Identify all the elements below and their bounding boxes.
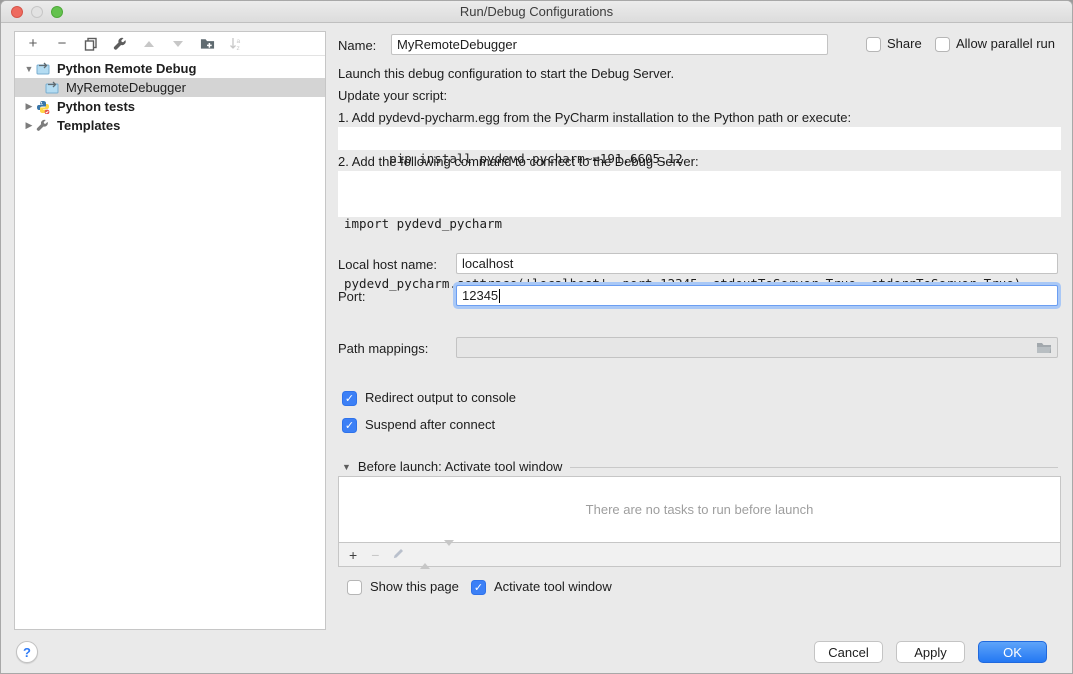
- update-script-text: Update your script:: [338, 88, 447, 104]
- configurations-tree-panel: + − az ▼ Python Remote Debu: [14, 31, 326, 630]
- step1-text: 1. Add pydevd-pycharm.egg from the PyCha…: [338, 110, 851, 126]
- suspend-after-connect-label: Suspend after connect: [365, 417, 495, 433]
- move-down-button: [170, 36, 186, 52]
- suspend-after-connect-checkbox[interactable]: ✓: [342, 418, 357, 433]
- remove-configuration-button[interactable]: −: [54, 36, 70, 52]
- remote-debug-config-icon: [36, 61, 52, 76]
- redirect-output-row[interactable]: ✓ Redirect output to console: [342, 390, 516, 406]
- tree-item-label: Templates: [57, 118, 120, 133]
- disclosure-collapsed-icon[interactable]: ▶: [22, 120, 36, 131]
- intro-text: Launch this debug configuration to start…: [338, 66, 674, 82]
- before-launch-label: Before launch: Activate tool window: [358, 459, 563, 475]
- remove-task-button: −: [371, 547, 379, 563]
- move-task-up-button: [420, 546, 430, 564]
- tree-toolbar: + − az: [15, 32, 325, 56]
- name-input[interactable]: [391, 34, 828, 55]
- copy-configuration-button[interactable]: [83, 36, 99, 52]
- help-button[interactable]: ?: [16, 641, 38, 663]
- move-up-icon: [144, 41, 154, 47]
- minimize-window-icon: [31, 6, 43, 18]
- sort-alpha-icon: az: [229, 37, 243, 51]
- before-launch-task-list[interactable]: There are no tasks to run before launch: [338, 476, 1061, 543]
- allow-parallel-checkbox-row[interactable]: Allow parallel run: [935, 36, 1055, 52]
- allow-parallel-checkbox[interactable]: [935, 37, 950, 52]
- tree-item-templates[interactable]: ▶ Templates: [15, 116, 325, 135]
- redirect-output-checkbox[interactable]: ✓: [342, 391, 357, 406]
- sort-configurations-button: az: [228, 36, 244, 52]
- local-host-input[interactable]: [456, 253, 1058, 274]
- svg-text:z: z: [237, 45, 240, 51]
- activate-tool-window-label: Activate tool window: [494, 579, 612, 595]
- code-line-import: import pydevd_pycharm: [344, 214, 1055, 234]
- port-input[interactable]: 12345: [456, 285, 1058, 306]
- configurations-tree: ▼ Python Remote Debug MyRemoteDebugger ▶…: [15, 56, 325, 135]
- collapse-triangle-icon[interactable]: ▼: [342, 462, 351, 472]
- tree-item-label: MyRemoteDebugger: [66, 80, 186, 95]
- edit-templates-button[interactable]: [112, 36, 128, 52]
- tree-item-python-tests[interactable]: ▶ Python tests: [15, 97, 325, 116]
- move-up-icon: [420, 546, 430, 569]
- new-folder-button[interactable]: [199, 36, 215, 52]
- move-down-icon: [173, 41, 183, 47]
- move-task-down-button: [444, 546, 454, 564]
- activate-tool-window-row[interactable]: ✓ Activate tool window: [471, 579, 612, 595]
- tree-item-label: Python tests: [57, 99, 135, 114]
- port-value: 12345: [462, 288, 498, 303]
- python-tests-icon: [36, 99, 52, 114]
- apply-button[interactable]: Apply: [896, 641, 965, 663]
- share-label: Share: [887, 36, 922, 52]
- task-list-toolbar: + −: [338, 543, 1061, 567]
- show-this-page-label: Show this page: [370, 579, 459, 595]
- pencil-icon: [393, 546, 406, 559]
- path-mappings-label: Path mappings:: [338, 341, 428, 357]
- add-configuration-button[interactable]: +: [25, 36, 41, 52]
- separator-line: [570, 467, 1058, 468]
- share-checkbox-row[interactable]: Share: [866, 36, 922, 52]
- move-up-button: [141, 36, 157, 52]
- tree-item-label: Python Remote Debug: [57, 61, 196, 76]
- disclosure-collapsed-icon[interactable]: ▶: [22, 101, 36, 112]
- dialog-buttons: Cancel Apply OK: [814, 641, 1047, 663]
- port-label: Port:: [338, 289, 365, 305]
- tree-item-python-remote-debug[interactable]: ▼ Python Remote Debug: [15, 59, 325, 78]
- cancel-button[interactable]: Cancel: [814, 641, 883, 663]
- redirect-output-label: Redirect output to console: [365, 390, 516, 406]
- pip-command-code[interactable]: pip install pydevd-pycharm~=191.6605.12: [338, 127, 1061, 150]
- remote-debug-config-icon: [45, 80, 61, 95]
- tree-item-myremotedebugger[interactable]: MyRemoteDebugger: [15, 78, 325, 97]
- move-down-icon: [444, 540, 454, 563]
- configuration-form: Name: Share Allow parallel run Launch th…: [338, 1, 1061, 674]
- activate-tool-window-checkbox[interactable]: ✓: [471, 580, 486, 595]
- folder-icon[interactable]: [1036, 342, 1052, 354]
- svg-text:a: a: [237, 38, 241, 45]
- path-mappings-input[interactable]: [456, 337, 1058, 358]
- edit-task-button: [393, 546, 406, 564]
- text-caret: [499, 289, 500, 303]
- copy-icon: [84, 37, 98, 51]
- wrench-icon: [113, 37, 127, 51]
- zoom-window-icon[interactable]: [51, 6, 63, 18]
- show-this-page-row[interactable]: Show this page: [347, 579, 459, 595]
- local-host-label: Local host name:: [338, 257, 437, 273]
- disclosure-expanded-icon[interactable]: ▼: [22, 64, 36, 74]
- traffic-lights: [11, 6, 63, 18]
- before-launch-header[interactable]: ▼ Before launch: Activate tool window: [342, 459, 1058, 475]
- close-window-icon[interactable]: [11, 6, 23, 18]
- suspend-after-connect-row[interactable]: ✓ Suspend after connect: [342, 417, 495, 433]
- step2-text: 2. Add the following command to connect …: [338, 154, 699, 170]
- run-debug-configurations-dialog: Run/Debug Configurations + − az ▼: [0, 0, 1073, 674]
- wrench-icon: [36, 118, 52, 133]
- ok-button[interactable]: OK: [978, 641, 1047, 663]
- name-label: Name:: [338, 38, 376, 54]
- show-this-page-checkbox[interactable]: [347, 580, 362, 595]
- new-folder-icon: [200, 37, 215, 50]
- share-checkbox[interactable]: [866, 37, 881, 52]
- add-task-button[interactable]: +: [349, 547, 357, 563]
- allow-parallel-label: Allow parallel run: [956, 36, 1055, 52]
- empty-tasks-placeholder: There are no tasks to run before launch: [586, 502, 814, 517]
- settrace-code[interactable]: import pydevd_pycharm pydevd_pycharm.set…: [338, 171, 1061, 217]
